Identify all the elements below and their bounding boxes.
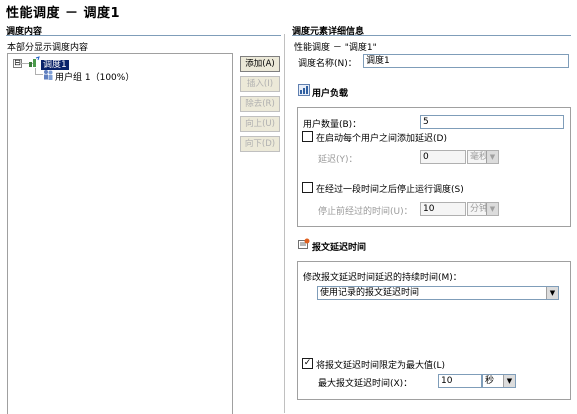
tree-item-user-group[interactable]: 用户组 1（100%） xyxy=(55,70,134,83)
left-header-divider xyxy=(6,35,281,36)
modify-duration-label: 修改报文延迟时间延迟的持续时间(M)： xyxy=(303,273,462,283)
schedule-name-label: 调度名称(N)： xyxy=(298,59,357,69)
user-load-title: 用户负载 xyxy=(312,89,349,99)
stop-time-unit-select[interactable]: 分钟 ▼ xyxy=(467,202,499,216)
delay-input[interactable]: 0 xyxy=(420,150,466,164)
chevron-down-icon[interactable]: ▼ xyxy=(503,375,515,387)
move-down-button[interactable]: 向下(D) xyxy=(240,136,280,152)
add-delay-label[interactable]: 在启动每个用户之间添加延迟(D) xyxy=(316,131,447,144)
modify-duration-select[interactable]: 使用记录的报文延迟时间 ▼ xyxy=(317,286,559,300)
pane-divider[interactable] xyxy=(284,34,285,413)
chevron-down-icon[interactable]: ▼ xyxy=(486,151,498,163)
user-count-label: 用户数量(B)： xyxy=(303,120,362,130)
max-think-time-input[interactable]: 10 xyxy=(438,374,482,388)
modify-duration-value: 使用记录的报文延迟时间 xyxy=(320,288,420,298)
think-time-title: 报文延迟时间 xyxy=(312,243,367,253)
add-delay-checkbox[interactable] xyxy=(302,131,313,142)
right-header-divider xyxy=(292,35,571,36)
stop-time-label: 停止前经过的时间(U)： xyxy=(318,207,413,217)
chevron-down-icon[interactable]: ▼ xyxy=(546,287,558,299)
breadcrumb: 性能调度 － "调度1" xyxy=(294,43,377,53)
stop-after-label[interactable]: 在经过一段时间之后停止运行调度(S) xyxy=(316,182,464,195)
move-up-button[interactable]: 向上(U) xyxy=(240,116,280,132)
delay-label: 延迟(Y)： xyxy=(318,155,358,165)
user-group-icon xyxy=(42,69,54,81)
add-button[interactable]: 添加(A) xyxy=(240,56,280,72)
chevron-down-icon[interactable]: ▼ xyxy=(486,203,498,215)
delay-unit-select[interactable]: 毫秒 ▼ xyxy=(467,150,499,164)
user-load-icon xyxy=(298,84,310,96)
think-time-icon xyxy=(298,238,310,250)
limit-max-checkbox[interactable]: ✓ xyxy=(302,358,313,369)
stop-after-checkbox[interactable] xyxy=(302,182,313,193)
schedule-tree[interactable]: ⊟ 调度1 用户组 1（100%） xyxy=(7,53,233,414)
max-think-time-unit-value: 秒 xyxy=(485,376,495,386)
schedule-name-input[interactable]: 调度1 xyxy=(363,54,569,68)
limit-max-label[interactable]: 将报文延迟时间限定为最大值(L) xyxy=(316,358,445,371)
insert-button[interactable]: 插入(I) xyxy=(240,76,280,92)
remove-button[interactable]: 除去(R) xyxy=(240,96,280,112)
user-count-input[interactable]: 5 xyxy=(420,115,564,129)
max-think-time-label: 最大报文延迟时间(X)： xyxy=(318,379,413,389)
schedule-contents-subtitle: 本部分显示调度内容 xyxy=(7,43,89,53)
max-think-time-unit-select[interactable]: 秒 ▼ xyxy=(482,374,516,388)
schedule-icon xyxy=(28,56,40,68)
stop-time-input[interactable]: 10 xyxy=(420,202,466,216)
page-title: 性能调度 － 调度1 xyxy=(6,6,121,21)
